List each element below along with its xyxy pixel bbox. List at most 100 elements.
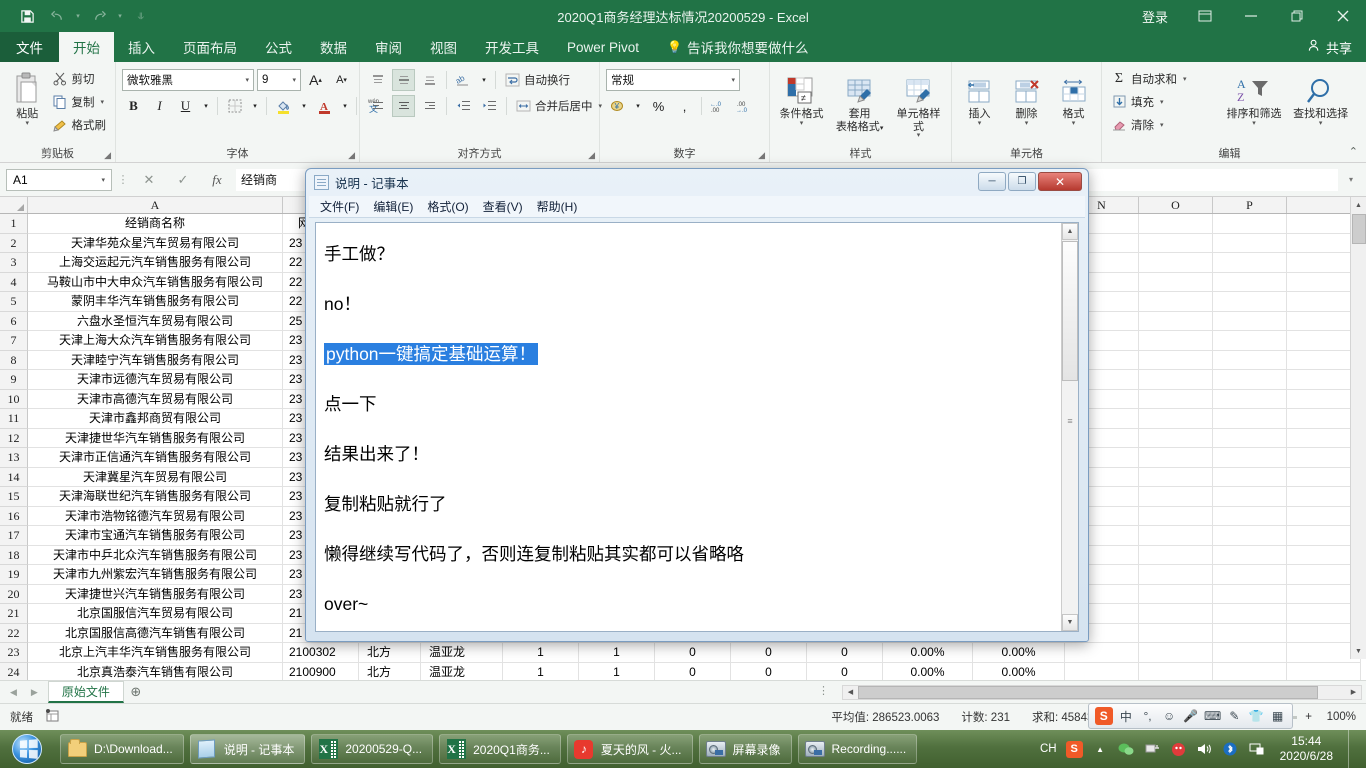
chevron-down-icon[interactable]: ▾ (241, 76, 249, 84)
row-header[interactable]: 24 (0, 662, 28, 680)
grid-cell[interactable] (1139, 584, 1213, 604)
grid-cell[interactable]: 天津捷世华汽车销售服务有限公司 (28, 428, 283, 448)
customize-qat-icon[interactable]: ⥥ (128, 4, 154, 28)
grid-cell[interactable] (1139, 214, 1213, 234)
grid-cell[interactable] (1139, 565, 1213, 585)
close-icon[interactable] (1320, 0, 1366, 32)
grid-cell[interactable] (1139, 643, 1213, 663)
grid-cell[interactable]: 天津市九州紫宏汽车销售服务有限公司 (28, 565, 283, 585)
row-header[interactable]: 1 (0, 214, 28, 234)
decrease-indent-button[interactable] (452, 95, 475, 117)
grid-cell[interactable]: 天津市远德汽车贸易有限公司 (28, 370, 283, 390)
grid-cell[interactable]: 0 (655, 662, 731, 680)
expand-formula-bar-icon[interactable]: ▾ (1342, 175, 1360, 184)
menu-file[interactable]: 文件(F) (320, 198, 359, 215)
column-header-o[interactable]: O (1139, 197, 1213, 213)
taskbar-item[interactable]: 屏幕录像 (698, 734, 792, 764)
grid-cell[interactable]: 0.00% (973, 662, 1065, 680)
vertical-scroll-thumb[interactable] (1352, 214, 1366, 244)
signin-button[interactable]: 登录 (1128, 7, 1182, 26)
volume-icon[interactable] (1196, 741, 1213, 758)
grid-cell[interactable]: 天津市宝通汽车销售服务有限公司 (28, 526, 283, 546)
scroll-right-icon[interactable]: ▶ (1346, 686, 1361, 699)
align-center-button[interactable] (392, 95, 415, 117)
italic-button[interactable]: I (148, 95, 171, 117)
format-cells-button[interactable]: 格式 ▾ (1052, 66, 1095, 127)
chevron-down-icon[interactable]: ▾ (727, 76, 735, 84)
toolbox-icon[interactable]: ▦ (1269, 708, 1286, 725)
clipboard-dialog-launcher-icon[interactable]: ◢ (104, 147, 111, 163)
grid-cell[interactable] (1213, 214, 1287, 234)
start-button[interactable] (0, 730, 54, 768)
grid-cell[interactable]: 0.00% (883, 662, 973, 680)
clear-button[interactable]: 清除 ▾ (1108, 114, 1218, 135)
sogou-logo-icon[interactable]: S (1095, 707, 1113, 725)
grid-cell[interactable] (1213, 623, 1287, 643)
grid-cell[interactable]: 北方 (359, 643, 421, 663)
percent-style-button[interactable]: % (647, 95, 670, 117)
grid-cell[interactable] (1213, 428, 1287, 448)
sogou-tray-icon[interactable]: S (1065, 740, 1083, 758)
notepad-scroll-thumb[interactable] (1062, 241, 1078, 381)
punctuation-mode-icon[interactable]: °, (1139, 708, 1156, 725)
grid-cell[interactable] (1213, 292, 1287, 312)
row-header[interactable]: 18 (0, 545, 28, 565)
tab-file[interactable]: 文件 (0, 32, 59, 62)
grid-cell[interactable]: 天津海联世纪汽车销售服务有限公司 (28, 487, 283, 507)
borders-button[interactable] (223, 95, 246, 117)
bold-button[interactable]: B (122, 95, 145, 117)
grid-cell[interactable]: 北京真浩泰汽车销售有限公司 (28, 662, 283, 680)
increase-indent-button[interactable] (478, 95, 501, 117)
undo-dropdown-icon[interactable]: ▾ (74, 4, 82, 28)
tell-me-box[interactable]: 💡 告诉我你想要做什么 (653, 32, 822, 62)
row-header[interactable]: 17 (0, 526, 28, 546)
fill-color-button[interactable] (272, 95, 295, 117)
collapse-ribbon-icon[interactable]: ⌃ (1349, 145, 1358, 158)
grid-cell[interactable] (1213, 662, 1287, 680)
redo-icon[interactable] (86, 4, 112, 28)
notepad-close-button[interactable]: ✕ (1038, 172, 1082, 191)
grid-cell[interactable]: 2100900 (283, 662, 359, 680)
grid-cell[interactable] (1139, 350, 1213, 370)
row-header[interactable]: 20 (0, 584, 28, 604)
taskbar-item[interactable]: 说明 - 记事本 (189, 734, 306, 764)
borders-dropdown-icon[interactable]: ▾ (249, 95, 261, 117)
align-middle-button[interactable] (392, 69, 415, 91)
sogou-ime-toolbar[interactable]: S 中 °, ☺ 🎤 ⌨ ✎ 👕 ▦ (1088, 703, 1293, 729)
grid-cell[interactable] (1213, 233, 1287, 253)
menu-help[interactable]: 帮助(H) (537, 198, 578, 215)
table-row[interactable]: 24 北京真浩泰汽车销售有限公司 2100900 北方 温亚龙 1 1 0 0 0 0.00% 0.0… (0, 662, 1366, 680)
scroll-left-icon[interactable]: ◀ (843, 686, 858, 699)
row-header[interactable]: 3 (0, 253, 28, 273)
row-header[interactable]: 16 (0, 506, 28, 526)
grid-cell[interactable] (1139, 292, 1213, 312)
handwriting-icon[interactable]: ✎ (1226, 708, 1243, 725)
sort-filter-dropdown-icon[interactable]: ▾ (1252, 120, 1256, 127)
taskbar-item[interactable]: X 20200529-Q... (311, 734, 434, 764)
grid-cell[interactable] (1213, 643, 1287, 663)
display-icon[interactable] (1248, 741, 1265, 758)
name-box[interactable]: A1 ▾ (6, 168, 112, 191)
paste-button[interactable]: 粘贴 ▾ (6, 66, 49, 127)
tab-power-pivot[interactable]: Power Pivot (553, 32, 653, 62)
grid-cell[interactable] (1213, 487, 1287, 507)
notepad-text-area[interactable]: 手工做？ no！ python一键搞定基础运算！ 点一下 结果出来了！ 复制粘贴就行了 懒得… (315, 222, 1079, 632)
grid-cell[interactable]: 天津市高德汽车贸易有限公司 (28, 389, 283, 409)
row-header[interactable]: 13 (0, 448, 28, 468)
format-as-table-button[interactable]: 套用 表格格式▾ (833, 66, 886, 133)
save-icon[interactable] (14, 4, 40, 28)
ime-language-indicator[interactable]: CH (1040, 743, 1057, 755)
share-button[interactable]: 共享 (1294, 32, 1366, 62)
orientation-dropdown-icon[interactable]: ▾ (478, 69, 490, 91)
grid-cell[interactable]: 天津市鑫邦商贸有限公司 (28, 409, 283, 429)
tab-view[interactable]: 视图 (416, 32, 471, 62)
enter-icon[interactable]: ✓ (168, 169, 198, 191)
grid-cell[interactable] (1213, 331, 1287, 351)
taskbar-item[interactable]: Recording...... (797, 734, 918, 764)
grid-cell[interactable]: 天津市正信通汽车销售服务有限公司 (28, 448, 283, 468)
grid-cell[interactable]: 北京上汽丰华汽车销售服务有限公司 (28, 643, 283, 663)
align-left-button[interactable] (366, 95, 389, 117)
scroll-down-icon[interactable]: ▼ (1351, 643, 1366, 659)
fill-dropdown-icon[interactable]: ▾ (1160, 98, 1164, 106)
grid-cell[interactable]: 天津冀星汽车贸易有限公司 (28, 467, 283, 487)
